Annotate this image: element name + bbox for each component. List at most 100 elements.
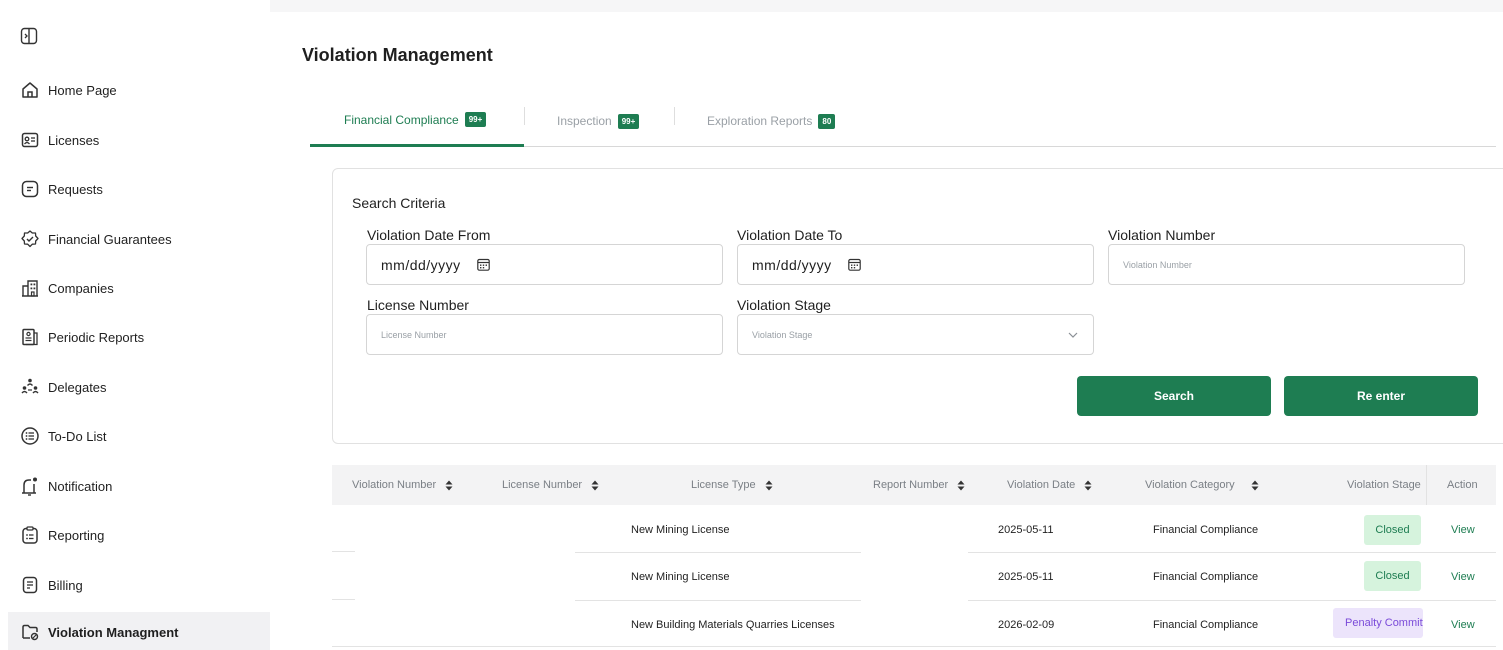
row-divider bbox=[332, 599, 355, 600]
tab-financial-compliance[interactable]: Financial Compliance 99+ bbox=[310, 95, 524, 147]
sidebar-item-requests[interactable]: Requests bbox=[8, 170, 270, 208]
column-header-label: Violation Category bbox=[1145, 479, 1235, 491]
column-header-violation-number[interactable]: Violation Number bbox=[352, 465, 453, 505]
request-icon bbox=[20, 179, 40, 199]
sidebar-item-label: Requests bbox=[48, 181, 103, 197]
violation-number-input[interactable]: Violation Number bbox=[1108, 244, 1465, 285]
row-divider bbox=[575, 552, 861, 553]
column-header-violation-date[interactable]: Violation Date bbox=[1007, 465, 1092, 505]
cell-license-type: New Mining License bbox=[631, 571, 730, 583]
sidebar-item-violation-managment[interactable]: Violation Managment bbox=[8, 612, 270, 650]
sidebar-item-billing[interactable]: Billing bbox=[8, 566, 270, 604]
date-to-label: Violation Date To bbox=[737, 227, 843, 243]
sidebar-item-notification[interactable]: Notification bbox=[8, 467, 270, 505]
date-from-input[interactable]: mm/dd/yyyy bbox=[366, 244, 723, 285]
search-criteria-title: Search Criteria bbox=[352, 195, 446, 211]
sidebar-item-label: Delegates bbox=[48, 379, 107, 395]
page-title: Violation Management bbox=[302, 45, 493, 65]
cell-violation-category: Financial Compliance bbox=[1153, 571, 1259, 583]
bell-icon bbox=[20, 476, 40, 496]
date-to-input[interactable]: mm/dd/yyyy bbox=[737, 244, 1094, 285]
table-header: Violation Number License Number License … bbox=[332, 465, 1496, 505]
cell-violation-category: Financial Compliance bbox=[1153, 524, 1259, 536]
date-from-value: mm/dd/yyyy bbox=[381, 256, 461, 273]
column-header-violation-stage[interactable]: Violation Stage bbox=[1347, 465, 1421, 505]
license-number-placeholder: License Number bbox=[381, 329, 447, 340]
row-divider bbox=[968, 600, 1496, 601]
sidebar-item-label: Reporting bbox=[48, 527, 105, 543]
sidebar-item-label: Notification bbox=[48, 478, 113, 494]
column-header-label: License Type bbox=[691, 479, 756, 491]
tab-label: Exploration Reports bbox=[707, 114, 813, 128]
column-header-violation-category[interactable]: Violation Category bbox=[1145, 465, 1259, 505]
receipt-icon bbox=[20, 575, 40, 595]
list-icon bbox=[20, 426, 40, 446]
cell-violation-category: Financial Compliance bbox=[1153, 619, 1259, 631]
calendar-icon[interactable] bbox=[847, 258, 861, 271]
sort-icon[interactable] bbox=[1251, 480, 1259, 491]
view-link[interactable]: View bbox=[1451, 524, 1475, 536]
column-header-report-number[interactable]: Report Number bbox=[873, 465, 965, 505]
date-to-value: mm/dd/yyyy bbox=[752, 256, 832, 273]
tab-divider bbox=[674, 107, 675, 125]
sidebar-item-label: Home Page bbox=[48, 82, 117, 98]
sort-icon[interactable] bbox=[445, 480, 453, 491]
column-header-label: Violation Date bbox=[1007, 479, 1076, 491]
row-divider bbox=[575, 600, 861, 601]
sidebar-item-label: Violation Managment bbox=[48, 624, 179, 640]
sidebar-item-label: Companies bbox=[48, 280, 114, 296]
badge-check-icon bbox=[20, 229, 40, 249]
license-number-input[interactable]: License Number bbox=[366, 314, 723, 355]
column-header-action: Action bbox=[1447, 465, 1478, 505]
sidebar-item-financial-guarantees[interactable]: Financial Guarantees bbox=[8, 220, 270, 258]
chevron-down-icon bbox=[1068, 332, 1078, 338]
violation-stage-placeholder: Violation Stage bbox=[752, 329, 813, 340]
building-icon bbox=[20, 278, 40, 298]
violation-number-placeholder: Violation Number bbox=[1123, 259, 1192, 270]
sort-icon[interactable] bbox=[1084, 480, 1092, 491]
license-number-label: License Number bbox=[367, 297, 469, 313]
tab-exploration-reports[interactable]: Exploration Reports 80 bbox=[707, 95, 836, 147]
sidebar-item-companies[interactable]: Companies bbox=[8, 269, 270, 307]
violation-stage-select[interactable]: Violation Stage bbox=[737, 314, 1094, 355]
cell-violation-date: 2025-05-11 bbox=[998, 524, 1054, 536]
search-button[interactable]: Search bbox=[1077, 376, 1271, 416]
status-badge: Closed bbox=[1364, 561, 1421, 591]
column-header-label: Violation Number bbox=[352, 479, 437, 491]
sidebar-item-label: Licenses bbox=[48, 132, 100, 148]
tab-inspection[interactable]: Inspection 99+ bbox=[557, 95, 640, 147]
column-header-label: Action bbox=[1447, 479, 1478, 491]
sidebar-item-reporting[interactable]: Reporting bbox=[8, 516, 270, 554]
cell-license-type: New Building Materials Quarries Licenses bbox=[631, 619, 835, 631]
calendar-icon[interactable] bbox=[476, 258, 490, 271]
sidebar-item-home-page[interactable]: Home Page bbox=[8, 71, 270, 109]
reenter-button[interactable]: Re enter bbox=[1284, 376, 1478, 416]
date-from-label: Violation Date From bbox=[367, 227, 491, 243]
sort-icon[interactable] bbox=[591, 480, 599, 491]
sidebar-toggle-icon[interactable] bbox=[20, 27, 38, 45]
status-badge: Closed bbox=[1364, 515, 1421, 545]
column-header-license-type[interactable]: License Type bbox=[691, 465, 773, 505]
sidebar-item-licenses[interactable]: Licenses bbox=[8, 121, 270, 159]
sidebar: Home Page Licenses Requests Financial Gu… bbox=[0, 0, 270, 650]
column-header-license-number[interactable]: License Number bbox=[502, 465, 599, 505]
row-divider bbox=[968, 552, 1496, 553]
view-link[interactable]: View bbox=[1451, 571, 1475, 583]
status-badge: Penalty Committee bbox=[1333, 608, 1423, 638]
home-icon bbox=[20, 80, 40, 100]
violation-icon bbox=[20, 622, 40, 642]
sort-icon[interactable] bbox=[957, 480, 965, 491]
cell-violation-date: 2025-05-11 bbox=[998, 571, 1054, 583]
sidebar-item-label: Periodic Reports bbox=[48, 329, 145, 345]
sidebar-item-periodic-reports[interactable]: Periodic Reports bbox=[8, 318, 270, 356]
sidebar-item-to-do-list[interactable]: To-Do List bbox=[8, 417, 270, 455]
view-link[interactable]: View bbox=[1451, 619, 1475, 631]
tab-bar: Financial Compliance 99+ Inspection 99+ … bbox=[310, 95, 1496, 147]
column-header-label: Report Number bbox=[873, 479, 949, 491]
column-header-label: License Number bbox=[502, 479, 583, 491]
sidebar-item-label: Financial Guarantees bbox=[48, 231, 172, 247]
tab-label: Financial Compliance bbox=[344, 112, 459, 127]
sidebar-item-delegates[interactable]: Delegates bbox=[8, 368, 270, 406]
people-icon bbox=[20, 377, 40, 397]
sort-icon[interactable] bbox=[765, 480, 773, 491]
